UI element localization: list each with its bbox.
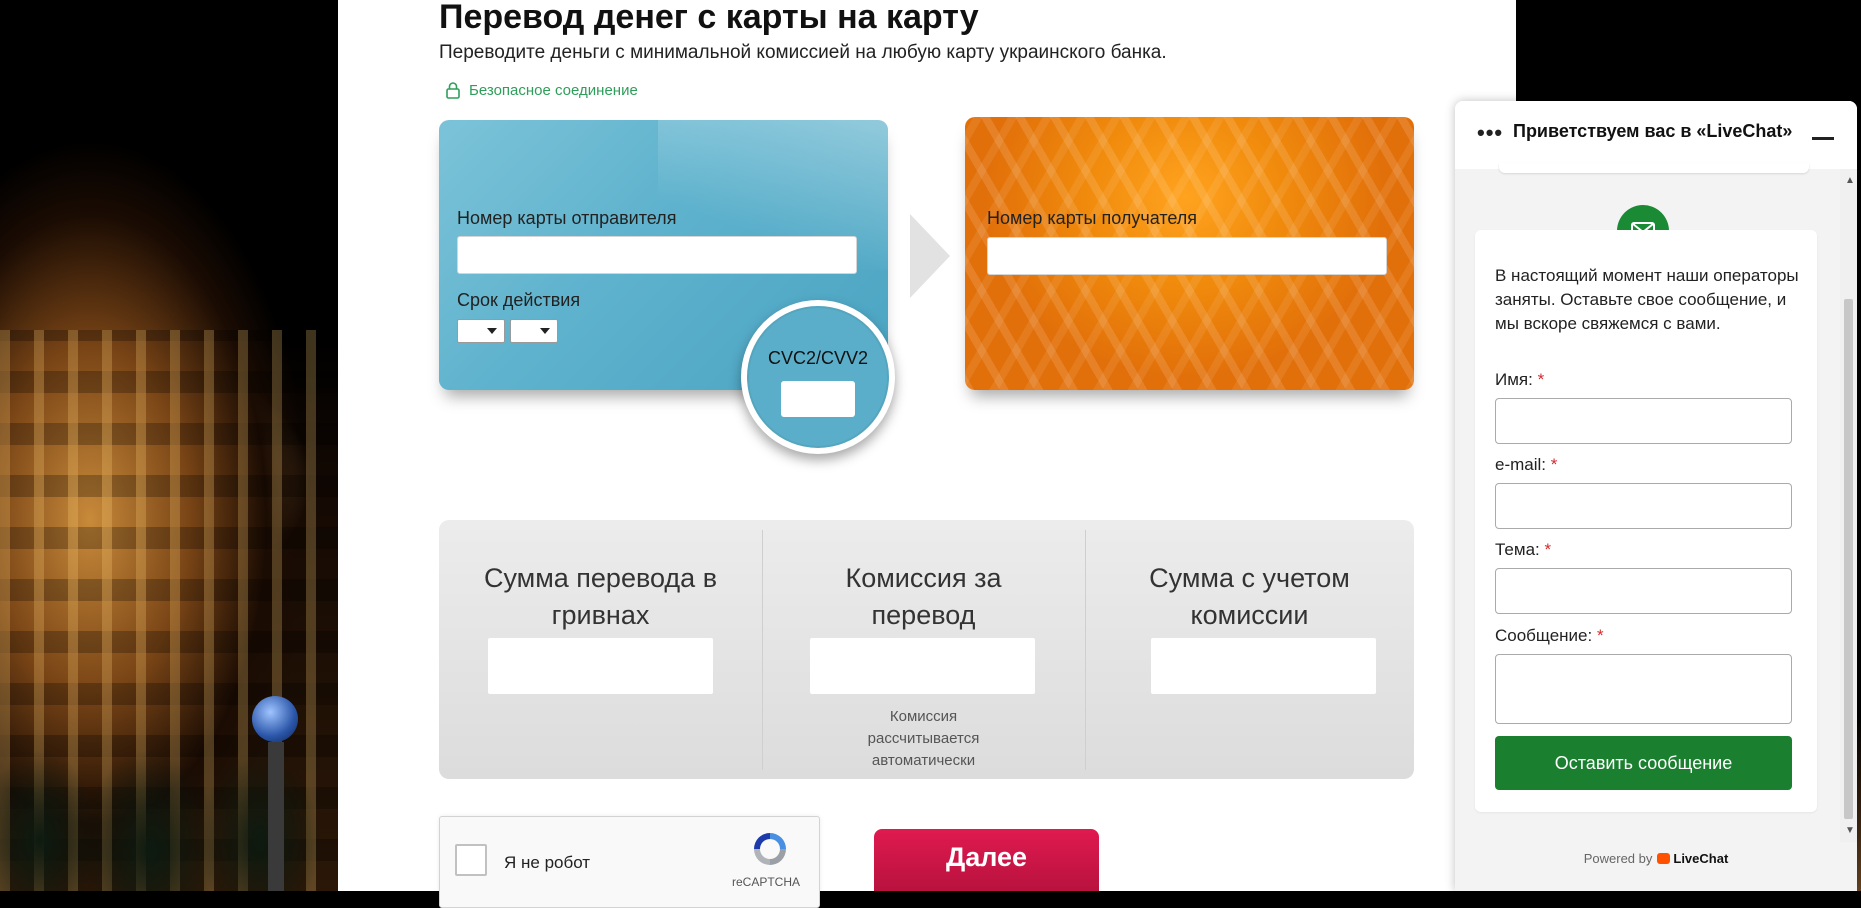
amount-input[interactable] [488,638,713,694]
sender-number-label: Номер карты отправителя [457,208,677,228]
transfer-page: Перевод денег с карты на карту Переводит… [338,0,1516,908]
required-mark: * [1550,455,1558,474]
cvc-circle: CVC2/CVV2 [741,300,895,454]
commission-column: Комиссия за перевод Комиссия рассчитывае… [762,520,1085,779]
street-lamp-globe [252,696,298,742]
email-label: e-mail: * [1495,455,1557,475]
message-label-text: Сообщение: [1495,626,1593,645]
recaptcha-brand: reCAPTCHA [732,875,801,889]
expiry-label: Срок действия [457,290,581,310]
livechat-logo[interactable]: LiveChat [1657,851,1728,866]
scroll-up-icon[interactable]: ▲ [1845,175,1855,186]
name-label: Имя: * [1495,370,1544,390]
total-column: Сумма с учетом комиссии [1085,520,1414,779]
required-mark: * [1596,626,1604,645]
commission-input [810,638,1035,694]
total-input [1151,638,1376,694]
livechat-widget: ••• Приветствуем вас в «LiveChat» В наст… [1455,101,1857,891]
lock-icon [446,82,460,99]
street-lamp-pole [268,742,284,891]
page-title: Перевод денег с карты на карту [439,0,979,36]
sums-panel: Сумма перевода в гривнах Комиссия за пер… [439,520,1414,779]
chat-title: Приветствуем вас в «LiveChat» [1513,121,1793,141]
chat-footer: Powered by LiveChat [1455,842,1857,891]
scroll-down-icon[interactable]: ▼ [1845,825,1855,836]
subject-label-text: Тема: [1495,540,1540,559]
name-label-text: Имя: [1495,370,1533,389]
amount-title: Сумма перевода в гривнах [483,563,718,630]
message-field[interactable] [1495,654,1792,724]
sender-number-input[interactable] [457,236,857,274]
subject-field[interactable] [1495,568,1792,614]
subject-label: Тема: * [1495,540,1551,560]
receiver-number-input[interactable] [987,237,1387,275]
required-mark: * [1537,370,1545,389]
total-title: Сумма с учетом комиссии [1149,563,1350,630]
amount-column: Сумма перевода в гривнах [439,520,762,779]
recaptcha-widget: Я не робот reCAPTCHA [439,816,820,908]
chat-body: В настоящий момент наши операторы заняты… [1455,163,1840,842]
submit-message-button[interactable]: Оставить сообщение [1495,736,1792,790]
chat-scrollbar[interactable]: ▲ ▼ [1840,169,1857,842]
receiver-number-label: Номер карты получателя [987,208,1198,228]
commission-note: Комиссия рассчитывается автоматически [867,708,980,769]
email-field[interactable] [1495,483,1792,529]
chat-bubble-icon [1657,853,1671,864]
expiry-month-select[interactable] [457,319,505,343]
email-label-text: e-mail: [1495,455,1547,474]
secure-label: Безопасное соединение [469,81,638,99]
secure-connection: Безопасное соединение [445,81,638,99]
next-button[interactable]: Далее [874,829,1099,891]
page-subtitle: Переводите деньги с минимальной комиссие… [439,42,1167,63]
chat-header: ••• Приветствуем вас в «LiveChat» [1455,101,1857,170]
expiry-year-select[interactable] [510,319,558,343]
minimize-icon[interactable] [1812,137,1834,140]
more-options-icon[interactable]: ••• [1477,122,1503,144]
scroll-thumb[interactable] [1844,299,1853,819]
cvc-label: CVC2/CVV2 [767,348,869,368]
powered-by-text: Powered by [1583,851,1653,866]
recaptcha-logo-icon [754,833,786,865]
recaptcha-label: Я не робот [504,853,591,872]
livechat-brand: LiveChat [1673,851,1729,866]
commission-title: Комиссия за перевод [845,563,1002,630]
recaptcha-checkbox[interactable] [455,844,487,876]
name-field[interactable] [1495,398,1792,444]
arrow-right-icon [910,214,950,298]
previous-message-card [1499,163,1809,173]
offline-message: В настоящий момент наши операторы заняты… [1495,266,1799,333]
offline-form-card: В настоящий момент наши операторы заняты… [1475,230,1817,812]
required-mark: * [1544,540,1552,559]
message-label: Сообщение: * [1495,626,1604,646]
cvc-input[interactable] [781,381,855,417]
receiver-card: Номер карты получателя [965,117,1414,390]
